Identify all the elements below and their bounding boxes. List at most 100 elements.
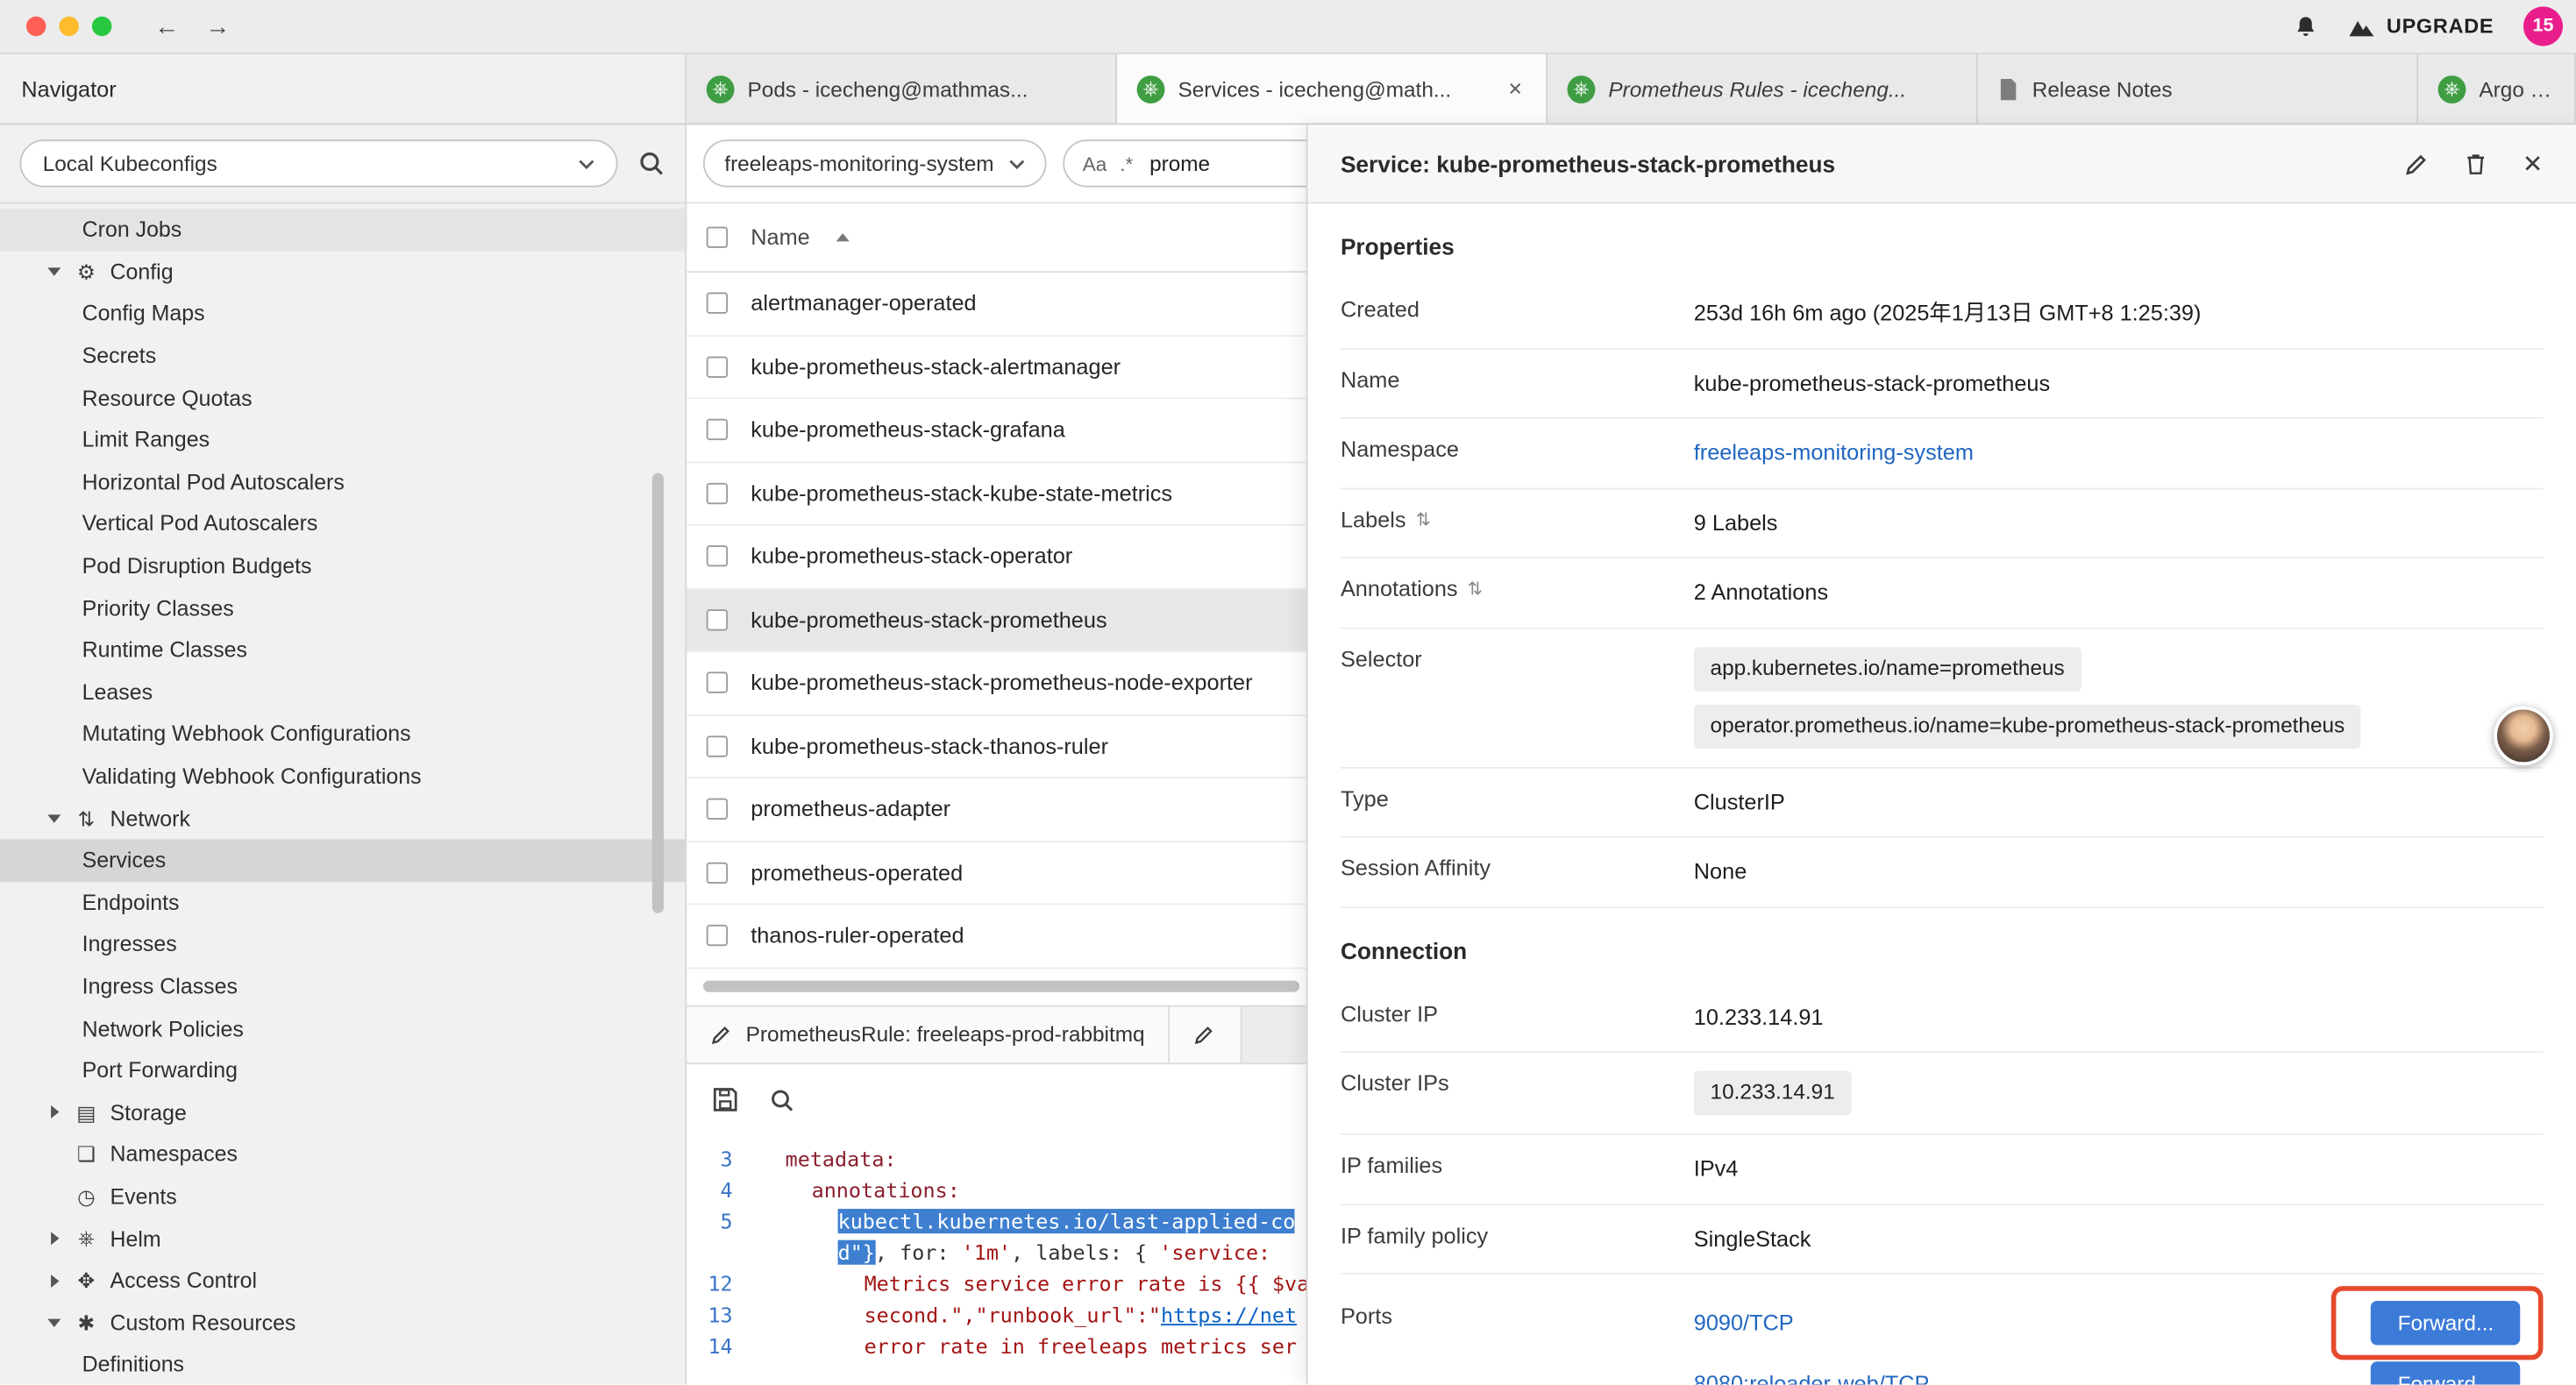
row-checkbox[interactable]: [707, 862, 728, 883]
sidebar-item-services[interactable]: Services: [0, 839, 685, 881]
sidebar-item-config[interactable]: ⚙Config: [0, 251, 685, 293]
save-icon[interactable]: [711, 1086, 739, 1114]
chevron-down-icon[interactable]: [46, 814, 62, 822]
sidebar-item-validating-webhook-configurations[interactable]: Validating Webhook Configurations: [0, 755, 685, 797]
window-zoom-button[interactable]: [92, 17, 111, 36]
expand-toggle-icon[interactable]: ⇅: [1468, 579, 1483, 600]
row-checkbox[interactable]: [707, 799, 728, 820]
row-checkbox[interactable]: [707, 419, 728, 440]
notification-count-badge[interactable]: 15: [2523, 6, 2563, 46]
row-checkbox[interactable]: [707, 293, 728, 314]
chevron-down-icon[interactable]: [46, 1318, 62, 1326]
detail-label: IP families: [1341, 1153, 1694, 1177]
window-minimize-button[interactable]: [59, 17, 78, 36]
tab-pods-icecheng-mathmas[interactable]: ⎈Pods - icecheng@mathmas...: [687, 54, 1117, 124]
forward-button[interactable]: Forward...: [2372, 1362, 2521, 1385]
sidebar-item-definitions[interactable]: Definitions: [0, 1344, 685, 1385]
horizontal-scrollbar-thumb[interactable]: [703, 980, 1299, 991]
drawer-header: Service: kube-prometheus-stack-prometheu…: [1307, 124, 2575, 203]
table-row[interactable]: prometheus-operated: [687, 842, 1306, 905]
yaml-editor[interactable]: 3metadata:4annotations:5kubectl.kubernet…: [687, 1136, 1306, 1385]
sidebar-item-access-control[interactable]: ✥Access Control: [0, 1260, 685, 1302]
sidebar-item-resource-quotas[interactable]: Resource Quotas: [0, 377, 685, 419]
row-checkbox[interactable]: [707, 546, 728, 567]
sidebar-scrollbar-thumb[interactable]: [652, 473, 664, 913]
regex-toggle[interactable]: .*: [1120, 152, 1133, 174]
sidebar-item-endpoints[interactable]: Endpoints: [0, 881, 685, 923]
table-row[interactable]: kube-prometheus-stack-alertmanager: [687, 336, 1306, 399]
table-row[interactable]: kube-prometheus-stack-prometheus-node-ex…: [687, 652, 1306, 715]
chevron-down-icon[interactable]: [46, 267, 62, 275]
match-case-toggle[interactable]: Aa: [1083, 152, 1107, 174]
table-row[interactable]: kube-prometheus-stack-grafana: [687, 399, 1306, 462]
sidebar-item-ingresses[interactable]: Ingresses: [0, 923, 685, 965]
namespace-link[interactable]: freeleaps-monitoring-system: [1694, 440, 1974, 465]
namespace-filter-select[interactable]: freeleaps-monitoring-system: [703, 139, 1047, 187]
row-checkbox[interactable]: [707, 609, 728, 630]
forward-button[interactable]: →: [205, 12, 230, 40]
sidebar-item-ingress-classes[interactable]: Ingress Classes: [0, 965, 685, 1007]
chevron-right-icon[interactable]: [46, 1274, 62, 1287]
upgrade-button[interactable]: UPGRADE: [2347, 15, 2494, 38]
tab-services-icecheng-math[interactable]: ⎈Services - icecheng@math...✕: [1117, 54, 1548, 124]
row-checkbox[interactable]: [707, 356, 728, 377]
sidebar-item-custom-resources[interactable]: ✱Custom Resources: [0, 1302, 685, 1344]
sidebar-item-runtime-classes[interactable]: Runtime Classes: [0, 629, 685, 671]
kubeconfig-selector[interactable]: Local Kubeconfigs: [19, 139, 617, 187]
row-checkbox[interactable]: [707, 482, 728, 503]
sidebar-item-mutating-webhook-configurations[interactable]: Mutating Webhook Configurations: [0, 713, 685, 755]
table-row[interactable]: kube-prometheus-stack-prometheus: [687, 589, 1306, 652]
user-avatar[interactable]: [2494, 707, 2552, 765]
sidebar-item-horizontal-pod-autoscalers[interactable]: Horizontal Pod Autoscalers: [0, 461, 685, 503]
tab-argo-s[interactable]: ⎈Argo S...: [2418, 54, 2576, 124]
sidebar-item-pod-disruption-budgets[interactable]: Pod Disruption Budgets: [0, 545, 685, 587]
row-checkbox[interactable]: [707, 925, 728, 946]
delete-trash-icon[interactable]: [2463, 150, 2489, 176]
expand-toggle-icon[interactable]: ⇅: [1416, 508, 1431, 529]
dock-tab-prometheusrule[interactable]: PrometheusRule: freeleaps-prod-rabbitmq: [687, 1006, 1169, 1062]
tab-release-notes[interactable]: Release Notes: [1978, 54, 2418, 124]
sidebar-item-secrets[interactable]: Secrets: [0, 335, 685, 377]
chevron-right-icon[interactable]: [46, 1105, 62, 1119]
chevron-right-icon[interactable]: [46, 1232, 62, 1245]
window-close-button[interactable]: [26, 17, 46, 36]
table-row[interactable]: kube-prometheus-stack-kube-state-metrics: [687, 462, 1306, 525]
table-row[interactable]: alertmanager-operated: [687, 273, 1306, 336]
detail-value: 10.233.14.91: [1694, 1071, 2544, 1115]
tab-close-icon[interactable]: ✕: [1505, 75, 1526, 103]
port-link[interactable]: 9090/TCP: [1694, 1307, 1794, 1339]
select-all-checkbox[interactable]: [707, 227, 728, 248]
sidebar-item-storage[interactable]: ▤Storage: [0, 1091, 685, 1133]
sidebar-item-network-policies[interactable]: Network Policies: [0, 1007, 685, 1049]
table-row[interactable]: prometheus-adapter: [687, 778, 1306, 842]
row-checkbox[interactable]: [707, 672, 728, 693]
sidebar-search-icon[interactable]: [637, 150, 665, 178]
table-row[interactable]: thanos-ruler-operated: [687, 905, 1306, 968]
sidebar-item-priority-classes[interactable]: Priority Classes: [0, 587, 685, 629]
notifications-bell-icon[interactable]: [2293, 14, 2317, 39]
row-checkbox[interactable]: [707, 735, 728, 756]
table-row[interactable]: kube-prometheus-stack-thanos-ruler: [687, 715, 1306, 778]
sidebar-item-vertical-pod-autoscalers[interactable]: Vertical Pod Autoscalers: [0, 503, 685, 545]
sidebar-item-namespaces[interactable]: ❏Namespaces: [0, 1133, 685, 1175]
sidebar-item-limit-ranges[interactable]: Limit Ranges: [0, 419, 685, 461]
dock-tab-partial[interactable]: [1170, 1006, 1242, 1062]
close-icon[interactable]: ✕: [2523, 149, 2544, 179]
forward-button[interactable]: Forward...: [2372, 1301, 2521, 1346]
sidebar-item-network[interactable]: ⇅Network: [0, 797, 685, 839]
port-link[interactable]: 8080:reloader-web/TCP: [1694, 1368, 1930, 1385]
tab-prometheus-rules-icecheng[interactable]: ⎈Prometheus Rules - icecheng...: [1548, 54, 1978, 124]
editor-search-icon[interactable]: [769, 1086, 795, 1112]
sidebar-item-port-forwarding[interactable]: Port Forwarding: [0, 1049, 685, 1091]
sidebar-item-leases[interactable]: Leases: [0, 671, 685, 713]
service-name-cell: alertmanager-operated: [751, 291, 976, 316]
sidebar-item-events[interactable]: ◷Events: [0, 1175, 685, 1218]
sidebar-item-helm[interactable]: ⎈Helm: [0, 1218, 685, 1260]
sidebar-item-config-maps[interactable]: Config Maps: [0, 293, 685, 335]
edit-pencil-icon[interactable]: [2404, 150, 2430, 176]
search-input[interactable]: [1146, 150, 1306, 178]
name-column-header[interactable]: Name: [751, 225, 809, 250]
table-row[interactable]: kube-prometheus-stack-operator: [687, 526, 1306, 589]
sidebar-item-cron-jobs[interactable]: Cron Jobs: [0, 209, 685, 251]
back-button[interactable]: ←: [154, 12, 179, 40]
